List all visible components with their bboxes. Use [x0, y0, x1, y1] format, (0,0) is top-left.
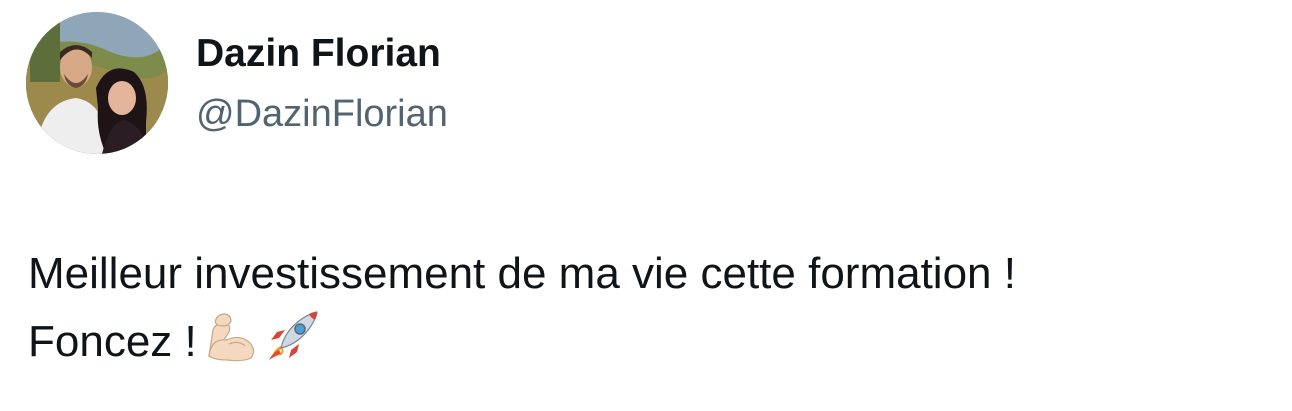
avatar[interactable]	[26, 12, 168, 154]
rocket-icon	[265, 308, 321, 364]
author-handle[interactable]: @DazinFlorian	[196, 90, 448, 138]
flexed-biceps-icon	[203, 308, 259, 364]
tweet-text: Meilleur investissement de ma vie cette …	[28, 240, 1268, 376]
profile-photo-icon	[26, 12, 168, 154]
tweet-text-line-1: Meilleur investissement de ma vie cette …	[28, 249, 1016, 298]
tweet-text-foncez: Foncez !	[28, 317, 197, 366]
author-display-name[interactable]: Dazin Florian	[196, 30, 441, 78]
tweet-text-line-2: Foncez !	[28, 308, 1268, 376]
tweet-card: Dazin Florian @DazinFlorian Meilleur inv…	[0, 0, 1292, 411]
